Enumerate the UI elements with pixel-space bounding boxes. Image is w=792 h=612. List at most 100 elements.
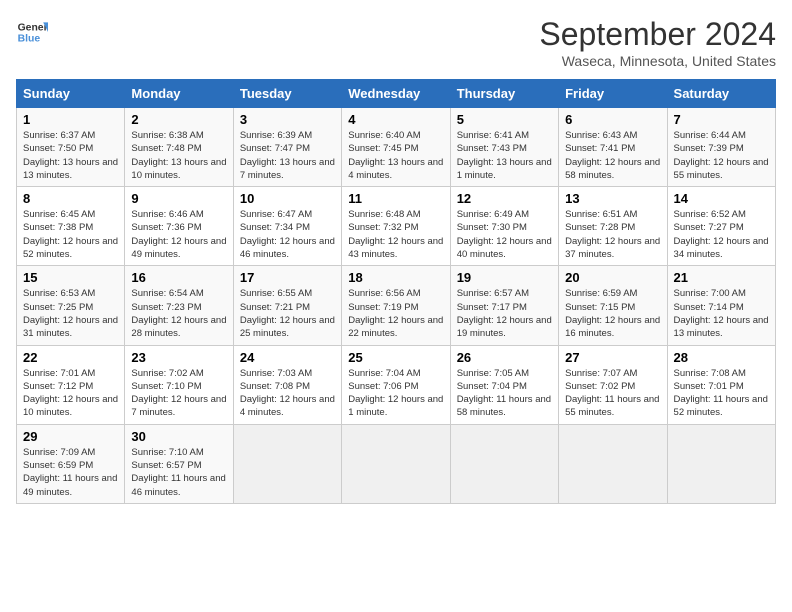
calendar-cell: 19Sunrise: 6:57 AMSunset: 7:17 PMDayligh… (450, 266, 558, 345)
day-number: 17 (240, 270, 335, 285)
svg-text:General: General (18, 22, 48, 33)
day-number: 5 (457, 112, 552, 127)
calendar-cell: 30 Sunrise: 7:10 AMSunset: 6:57 PMDayligh… (125, 424, 233, 503)
calendar-cell: 7 Sunrise: 6:44 AMSunset: 7:39 PMDaylight… (667, 108, 775, 187)
title-block: September 2024 Waseca, Minnesota, United… (539, 16, 776, 69)
column-header-friday: Friday (559, 80, 667, 108)
calendar-table: SundayMondayTuesdayWednesdayThursdayFrid… (16, 79, 776, 504)
day-detail: Sunrise: 7:03 AMSunset: 7:08 PMDaylight:… (240, 368, 335, 419)
week-row: 29Sunrise: 7:09 AMSunset: 6:59 PMDayligh… (17, 424, 776, 503)
calendar-cell: 13 Sunrise: 6:51 AMSunset: 7:28 PMDayligh… (559, 187, 667, 266)
day-number: 9 (131, 191, 226, 206)
column-header-saturday: Saturday (667, 80, 775, 108)
calendar-cell (233, 424, 341, 503)
calendar-cell: 18Sunrise: 6:56 AMSunset: 7:19 PMDayligh… (342, 266, 450, 345)
day-number: 1 (23, 112, 118, 127)
day-detail: Sunrise: 6:52 AMSunset: 7:27 PMDaylight:… (674, 209, 769, 260)
day-detail: Sunrise: 6:59 AMSunset: 7:15 PMDaylight:… (565, 288, 660, 339)
day-number: 11 (348, 191, 443, 206)
day-detail: Sunrise: 6:53 AMSunset: 7:25 PMDaylight:… (23, 288, 118, 339)
day-number: 12 (457, 191, 552, 206)
day-number: 3 (240, 112, 335, 127)
day-detail: Sunrise: 7:08 AMSunset: 7:01 PMDaylight:… (674, 368, 768, 419)
calendar-cell: 10Sunrise: 6:47 AMSunset: 7:34 PMDayligh… (233, 187, 341, 266)
week-row: 22 Sunrise: 7:01 AMSunset: 7:12 PMDayligh… (17, 345, 776, 424)
calendar-cell: 22 Sunrise: 7:01 AMSunset: 7:12 PMDayligh… (17, 345, 125, 424)
calendar-cell: 25Sunrise: 7:04 AMSunset: 7:06 PMDayligh… (342, 345, 450, 424)
calendar-cell: 6 Sunrise: 6:43 AMSunset: 7:41 PMDaylight… (559, 108, 667, 187)
logo: General Blue (16, 16, 48, 48)
day-detail: Sunrise: 7:00 AMSunset: 7:14 PMDaylight:… (674, 288, 769, 339)
day-detail: Sunrise: 6:51 AMSunset: 7:28 PMDaylight:… (565, 209, 660, 260)
calendar-cell: 1 Sunrise: 6:37 AMSunset: 7:50 PMDaylight… (17, 108, 125, 187)
calendar-cell: 12Sunrise: 6:49 AMSunset: 7:30 PMDayligh… (450, 187, 558, 266)
calendar-cell: 11Sunrise: 6:48 AMSunset: 7:32 PMDayligh… (342, 187, 450, 266)
week-row: 8 Sunrise: 6:45 AMSunset: 7:38 PMDaylight… (17, 187, 776, 266)
calendar-cell: 27Sunrise: 7:07 AMSunset: 7:02 PMDayligh… (559, 345, 667, 424)
day-detail: Sunrise: 6:39 AMSunset: 7:47 PMDaylight:… (240, 130, 335, 181)
week-row: 1 Sunrise: 6:37 AMSunset: 7:50 PMDaylight… (17, 108, 776, 187)
calendar-cell: 21 Sunrise: 7:00 AMSunset: 7:14 PMDayligh… (667, 266, 775, 345)
calendar-cell: 8 Sunrise: 6:45 AMSunset: 7:38 PMDaylight… (17, 187, 125, 266)
day-detail: Sunrise: 6:38 AMSunset: 7:48 PMDaylight:… (131, 130, 226, 181)
day-detail: Sunrise: 6:55 AMSunset: 7:21 PMDaylight:… (240, 288, 335, 339)
day-detail: Sunrise: 6:44 AMSunset: 7:39 PMDaylight:… (674, 130, 769, 181)
day-number: 30 (131, 429, 226, 444)
column-header-monday: Monday (125, 80, 233, 108)
calendar-cell: 15 Sunrise: 6:53 AMSunset: 7:25 PMDayligh… (17, 266, 125, 345)
day-detail: Sunrise: 6:54 AMSunset: 7:23 PMDaylight:… (131, 288, 226, 339)
calendar-cell: 9Sunrise: 6:46 AMSunset: 7:36 PMDaylight… (125, 187, 233, 266)
month-title: September 2024 (539, 16, 776, 53)
column-header-thursday: Thursday (450, 80, 558, 108)
day-detail: Sunrise: 7:01 AMSunset: 7:12 PMDaylight:… (23, 368, 118, 419)
calendar-cell: 23 Sunrise: 7:02 AMSunset: 7:10 PMDayligh… (125, 345, 233, 424)
day-number: 16 (131, 270, 226, 285)
day-number: 2 (131, 112, 226, 127)
day-number: 24 (240, 350, 335, 365)
day-detail: Sunrise: 7:02 AMSunset: 7:10 PMDaylight:… (131, 368, 226, 419)
calendar-cell: 24 Sunrise: 7:03 AMSunset: 7:08 PMDayligh… (233, 345, 341, 424)
column-header-wednesday: Wednesday (342, 80, 450, 108)
calendar-cell (559, 424, 667, 503)
day-number: 15 (23, 270, 118, 285)
day-detail: Sunrise: 7:10 AMSunset: 6:57 PMDaylight:… (131, 447, 225, 498)
calendar-cell (667, 424, 775, 503)
day-number: 18 (348, 270, 443, 285)
day-detail: Sunrise: 6:40 AMSunset: 7:45 PMDaylight:… (348, 130, 443, 181)
day-detail: Sunrise: 6:45 AMSunset: 7:38 PMDaylight:… (23, 209, 118, 260)
day-number: 8 (23, 191, 118, 206)
week-row: 15 Sunrise: 6:53 AMSunset: 7:25 PMDayligh… (17, 266, 776, 345)
calendar-cell: 5Sunrise: 6:41 AMSunset: 7:43 PMDaylight… (450, 108, 558, 187)
header-row: SundayMondayTuesdayWednesdayThursdayFrid… (17, 80, 776, 108)
calendar-cell: 16 Sunrise: 6:54 AMSunset: 7:23 PMDayligh… (125, 266, 233, 345)
calendar-cell: 26Sunrise: 7:05 AMSunset: 7:04 PMDayligh… (450, 345, 558, 424)
day-detail: Sunrise: 6:43 AMSunset: 7:41 PMDaylight:… (565, 130, 660, 181)
day-number: 25 (348, 350, 443, 365)
day-number: 4 (348, 112, 443, 127)
calendar-cell: 17 Sunrise: 6:55 AMSunset: 7:21 PMDayligh… (233, 266, 341, 345)
location: Waseca, Minnesota, United States (539, 53, 776, 69)
column-header-sunday: Sunday (17, 80, 125, 108)
day-number: 23 (131, 350, 226, 365)
calendar-cell: 20 Sunrise: 6:59 AMSunset: 7:15 PMDayligh… (559, 266, 667, 345)
calendar-cell: 29Sunrise: 7:09 AMSunset: 6:59 PMDayligh… (17, 424, 125, 503)
day-detail: Sunrise: 6:37 AMSunset: 7:50 PMDaylight:… (23, 130, 118, 181)
calendar-cell (342, 424, 450, 503)
day-number: 19 (457, 270, 552, 285)
day-number: 14 (674, 191, 769, 206)
day-number: 28 (674, 350, 769, 365)
calendar-cell: 4 Sunrise: 6:40 AMSunset: 7:45 PMDaylight… (342, 108, 450, 187)
calendar-cell: 3 Sunrise: 6:39 AMSunset: 7:47 PMDaylight… (233, 108, 341, 187)
day-number: 6 (565, 112, 660, 127)
calendar-cell: 14 Sunrise: 6:52 AMSunset: 7:27 PMDayligh… (667, 187, 775, 266)
day-number: 13 (565, 191, 660, 206)
day-number: 21 (674, 270, 769, 285)
calendar-cell (450, 424, 558, 503)
day-number: 22 (23, 350, 118, 365)
logo-icon: General Blue (16, 16, 48, 48)
day-number: 7 (674, 112, 769, 127)
calendar-cell: 2 Sunrise: 6:38 AMSunset: 7:48 PMDaylight… (125, 108, 233, 187)
day-detail: Sunrise: 7:09 AMSunset: 6:59 PMDaylight:… (23, 447, 117, 498)
column-header-tuesday: Tuesday (233, 80, 341, 108)
day-number: 20 (565, 270, 660, 285)
